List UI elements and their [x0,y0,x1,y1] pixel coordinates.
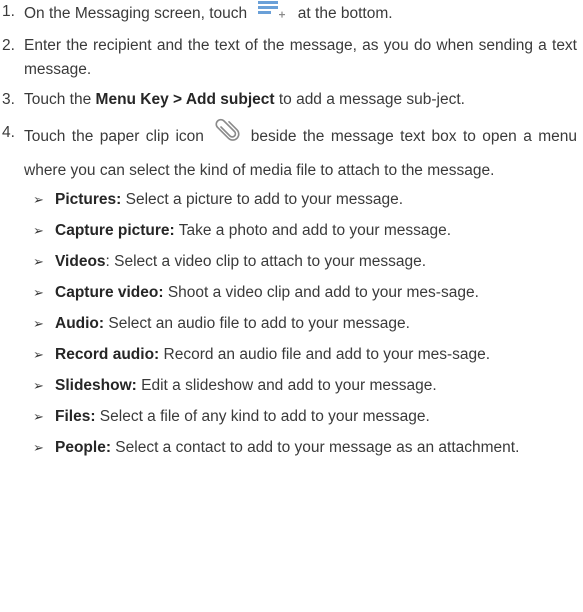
arrow-bullet-icon: ➢ [33,378,44,393]
arrow-bullet-icon: ➢ [33,192,44,207]
compose-message-icon [257,0,287,28]
step-number: 2. [2,37,15,54]
arrow-bullet-icon: ➢ [33,347,44,362]
list-item: ➢ Videos: Select a video clip to attach t… [0,250,583,274]
arrow-bullet-icon: ➢ [33,285,44,300]
arrow-bullet-icon: ➢ [33,254,44,269]
list-item: ➢ Slideshow: Edit a slideshow and add to … [0,374,583,398]
instruction-document: 1. On the Messaging screen, touch at the… [0,0,583,467]
list-item: ➢ Pictures: Select a picture to add to yo… [0,188,583,212]
list-item: ➢ Capture picture: Take a photo and add t… [0,219,583,243]
step-text: Touch the paper clip icon beside the mes… [24,118,577,179]
menu-path: Menu Key > Add subject [95,91,275,108]
arrow-bullet-icon: ➢ [33,440,44,455]
step-4: 4. Touch the paper clip icon beside the … [0,118,583,186]
step-text: Touch the Menu Key > Add subject to add … [24,91,465,108]
list-item: ➢ Capture video: Shoot a video clip and a… [0,281,583,305]
list-item: ➢ Record audio: Record an audio file and … [0,343,583,367]
arrow-bullet-icon: ➢ [33,409,44,424]
paperclip-icon [214,118,240,155]
step-1: 1. On the Messaging screen, touch at the… [0,0,583,28]
step-2: 2. Enter the recipient and the text of t… [0,34,583,82]
step-text: Enter the recipient and the text of the … [24,37,577,78]
arrow-bullet-icon: ➢ [33,316,44,331]
step-number: 3. [2,91,15,108]
step-text: On the Messaging screen, touch at the bo… [24,1,393,22]
step-number: 4. [2,124,15,141]
list-item: ➢ People: Select a contact to add to your… [0,436,583,460]
list-item: ➢ Audio: Select an audio file to add to y… [0,312,583,336]
step-number: 1. [2,3,15,20]
media-options-list: ➢ Pictures: Select a picture to add to yo… [0,188,583,460]
list-item: ➢ Files: Select a file of any kind to add… [0,405,583,429]
step-3: 3. Touch the Menu Key > Add subject to a… [0,88,583,112]
arrow-bullet-icon: ➢ [33,223,44,238]
